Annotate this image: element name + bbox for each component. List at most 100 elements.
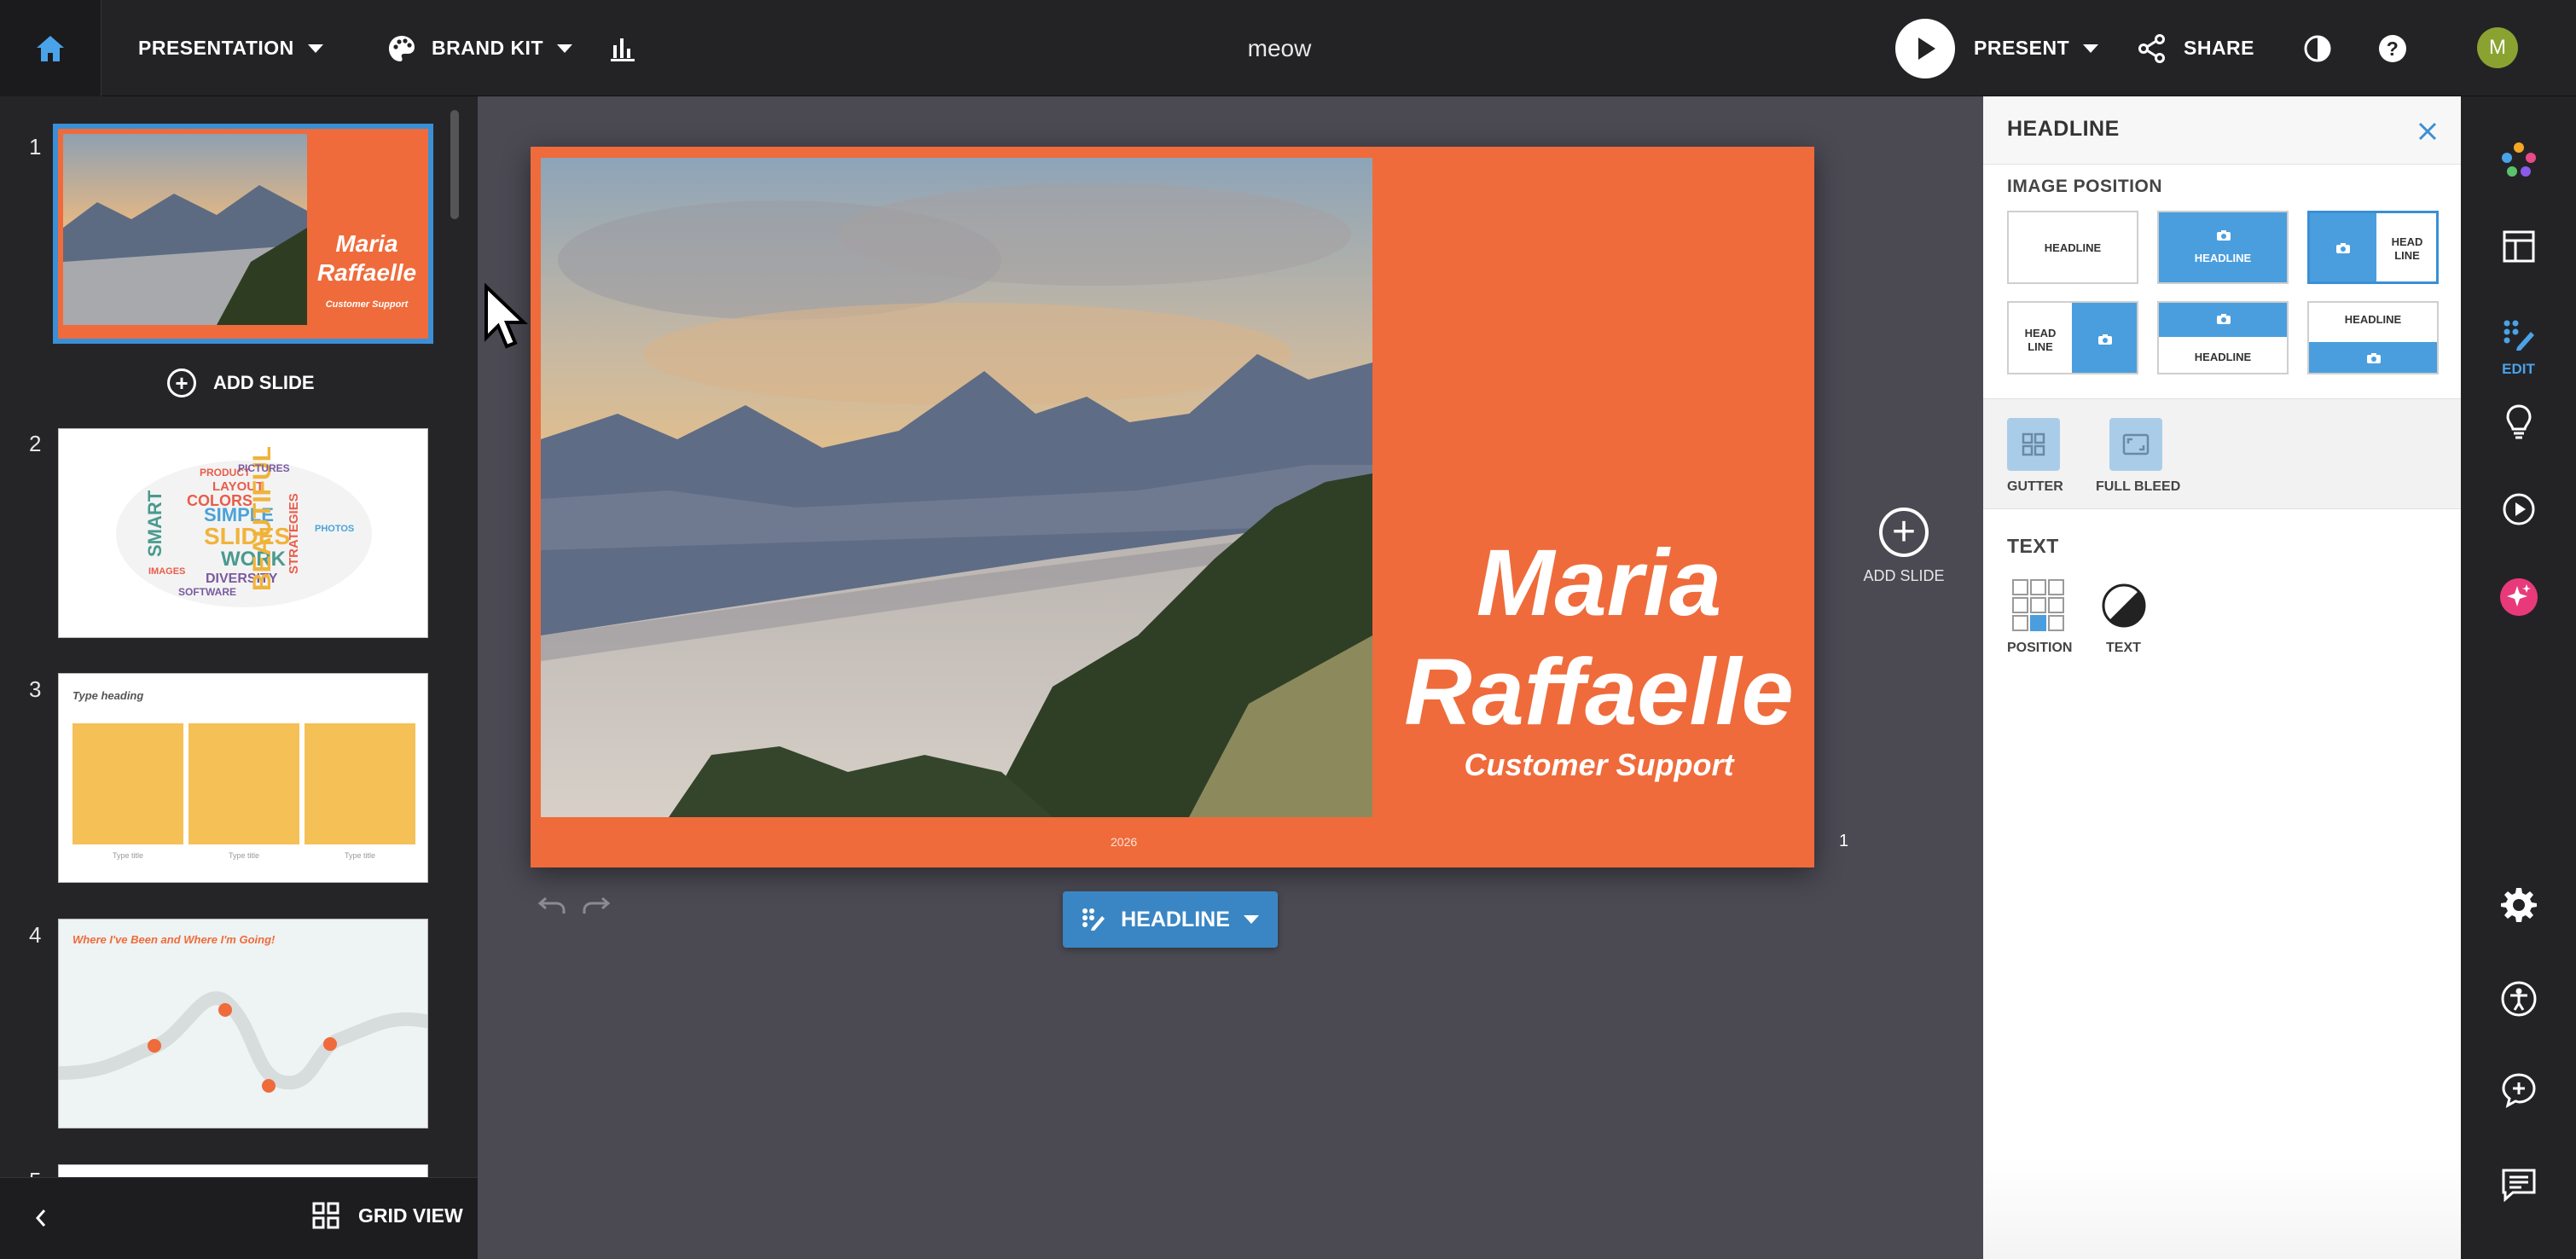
layout-option-image-right[interactable]: HEAD LINE — [2007, 301, 2138, 374]
settings-button[interactable] — [2461, 886, 2576, 922]
add-slide-after-button[interactable]: + ADD SLIDE — [1857, 508, 1951, 585]
slide-number: 2 — [29, 431, 42, 456]
colors-dots-icon — [2501, 142, 2536, 177]
present-button[interactable]: PRESENT — [1895, 0, 2099, 96]
right-toolbar: EDIT — [2461, 96, 2576, 1259]
svg-text:PICTURES: PICTURES — [238, 462, 290, 474]
word-cloud-image: SMART COLORS SIMPLE SLIDES WORK DIVERSIT… — [116, 446, 372, 607]
gutter-button[interactable] — [2007, 418, 2060, 471]
layout-edit-icon — [1082, 908, 1105, 931]
grid-view-button[interactable]: GRID VIEW — [312, 1202, 463, 1229]
svg-text:SOFTWARE: SOFTWARE — [178, 586, 236, 598]
layout-option-label: LINE — [2028, 340, 2053, 353]
redo-button[interactable] — [582, 895, 611, 924]
user-avatar[interactable]: M — [2477, 27, 2518, 68]
slide-list-scrollbar[interactable] — [450, 110, 459, 219]
grid-view-label: GRID VIEW — [358, 1204, 463, 1227]
svg-text:PHOTOS: PHOTOS — [315, 524, 354, 534]
full-bleed-button[interactable] — [2109, 418, 2162, 471]
text-color-button[interactable] — [2101, 583, 2147, 633]
slide-number: 4 — [29, 922, 42, 948]
layout-headline-button[interactable]: HEADLINE — [1063, 891, 1278, 948]
slide-photo[interactable] — [541, 158, 1372, 817]
help-button[interactable]: ? — [2378, 0, 2407, 96]
document-title[interactable]: meow — [1109, 0, 1450, 96]
slide-headline[interactable]: Maria Raffaelle — [1384, 529, 1814, 747]
current-slide[interactable]: Maria Raffaelle Customer Support 2026 1 — [531, 147, 1848, 867]
slide-subtitle[interactable]: Customer Support — [1384, 747, 1814, 783]
notes-button[interactable] — [2461, 1168, 2576, 1202]
presentation-menu[interactable]: PRESENTATION — [138, 0, 323, 96]
notes-icon — [2502, 1169, 2535, 1202]
top-bar: PRESENTATION BRAND KIT meow PRESENT SHAR… — [0, 0, 2576, 96]
add-comment-button[interactable] — [2461, 1072, 2576, 1108]
slide-number: 1 — [29, 134, 42, 160]
ai-assistant-button[interactable] — [2461, 577, 2576, 617]
share-button[interactable]: SHARE — [2138, 0, 2254, 96]
close-inspector-button[interactable] — [2416, 108, 2439, 150]
roadmap-path-image — [59, 991, 427, 1093]
inspector-header: HEADLINE — [1983, 96, 2461, 165]
redo-icon — [583, 896, 611, 914]
layout-option-image-bottom[interactable]: HEADLINE — [2307, 301, 2439, 374]
comment-plus-icon — [2501, 1073, 2536, 1108]
contrast-icon — [2304, 35, 2331, 61]
gutter-grid-icon — [2022, 432, 2045, 456]
svg-text:IMAGES: IMAGES — [148, 566, 185, 577]
slide-headline-line1: Maria — [1476, 531, 1722, 635]
layout-option-image-top-full[interactable]: HEADLINE — [2157, 211, 2289, 284]
camera-icon — [2098, 334, 2112, 345]
accessibility-button[interactable] — [2461, 980, 2576, 1018]
help-icon: ? — [2379, 34, 2406, 62]
layout-option-label: HEADLINE — [2044, 241, 2102, 254]
thumb-caption: Type title — [344, 851, 376, 860]
plus-circle-icon: + — [167, 368, 196, 397]
layout-option-label: HEAD — [2391, 235, 2423, 248]
layouts-button[interactable] — [2461, 229, 2576, 264]
analytics-button[interactable] — [609, 0, 636, 96]
theme-toggle-button[interactable] — [2303, 0, 2332, 96]
home-button[interactable] — [0, 0, 102, 96]
slide-thumbnail-3[interactable]: Type heading Type title Type title Type … — [58, 673, 428, 883]
slide-footer-year: 2026 — [1111, 835, 1138, 849]
camera-icon — [2217, 314, 2231, 324]
gear-icon — [2500, 888, 2537, 922]
slide-number: 3 — [29, 676, 42, 702]
text-position-button[interactable] — [2012, 579, 2065, 636]
accessibility-icon — [2501, 981, 2536, 1017]
share-label: SHARE — [2184, 37, 2255, 59]
layout-headline-label: HEADLINE — [1121, 907, 1230, 931]
gutter-label: GUTTER — [2007, 479, 2063, 494]
undo-button[interactable] — [537, 895, 566, 924]
collapse-panel-button[interactable] — [31, 1204, 51, 1237]
layout-option-image-left[interactable]: HEAD LINE — [2307, 211, 2439, 284]
text-section-label: TEXT — [2007, 535, 2059, 557]
close-icon — [2418, 122, 2437, 141]
slide-thumbnail-4[interactable]: Where I've Been and Where I'm Going! — [58, 919, 428, 1128]
svg-text:STRATEGIES: STRATEGIES — [287, 493, 301, 574]
layout-option-image-top[interactable]: HEADLINE — [2157, 301, 2289, 374]
chevron-down-icon — [557, 44, 572, 53]
themes-button[interactable] — [2461, 141, 2576, 180]
share-icon — [2138, 33, 2165, 63]
layout-option-label: HEADLINE — [2194, 351, 2252, 363]
add-slide-button[interactable]: + ADD SLIDE — [167, 366, 315, 400]
placeholder-block — [189, 723, 299, 844]
svg-text:?: ? — [2387, 38, 2399, 60]
slide-thumbnail-1[interactable]: Maria Raffaelle Customer Support — [53, 124, 433, 344]
slide-headline-line2: Raffaelle — [1404, 640, 1794, 745]
inspector-panel: HEADLINE IMAGE POSITION HEADLINE HEADLIN… — [1983, 96, 2461, 1259]
play-icon — [1895, 18, 1955, 78]
layout-option-label: HEAD — [2024, 327, 2057, 339]
slide-thumbnail-2[interactable]: SMART COLORS SIMPLE SLIDES WORK DIVERSIT… — [58, 428, 428, 638]
layout-option-label: HEADLINE — [2344, 313, 2402, 326]
layout-option-text-only[interactable]: HEADLINE — [2007, 211, 2138, 284]
playback-button[interactable] — [2461, 492, 2576, 526]
ideas-button[interactable] — [2461, 403, 2576, 439]
brand-kit-menu[interactable]: BRAND KIT — [387, 0, 572, 96]
position-grid-icon — [2012, 579, 2064, 631]
edit-button[interactable] — [2461, 318, 2576, 352]
add-slide-after-label: ADD SLIDE — [1863, 567, 1945, 584]
camera-icon — [2336, 243, 2350, 253]
presentation-menu-label: PRESENTATION — [138, 37, 294, 59]
